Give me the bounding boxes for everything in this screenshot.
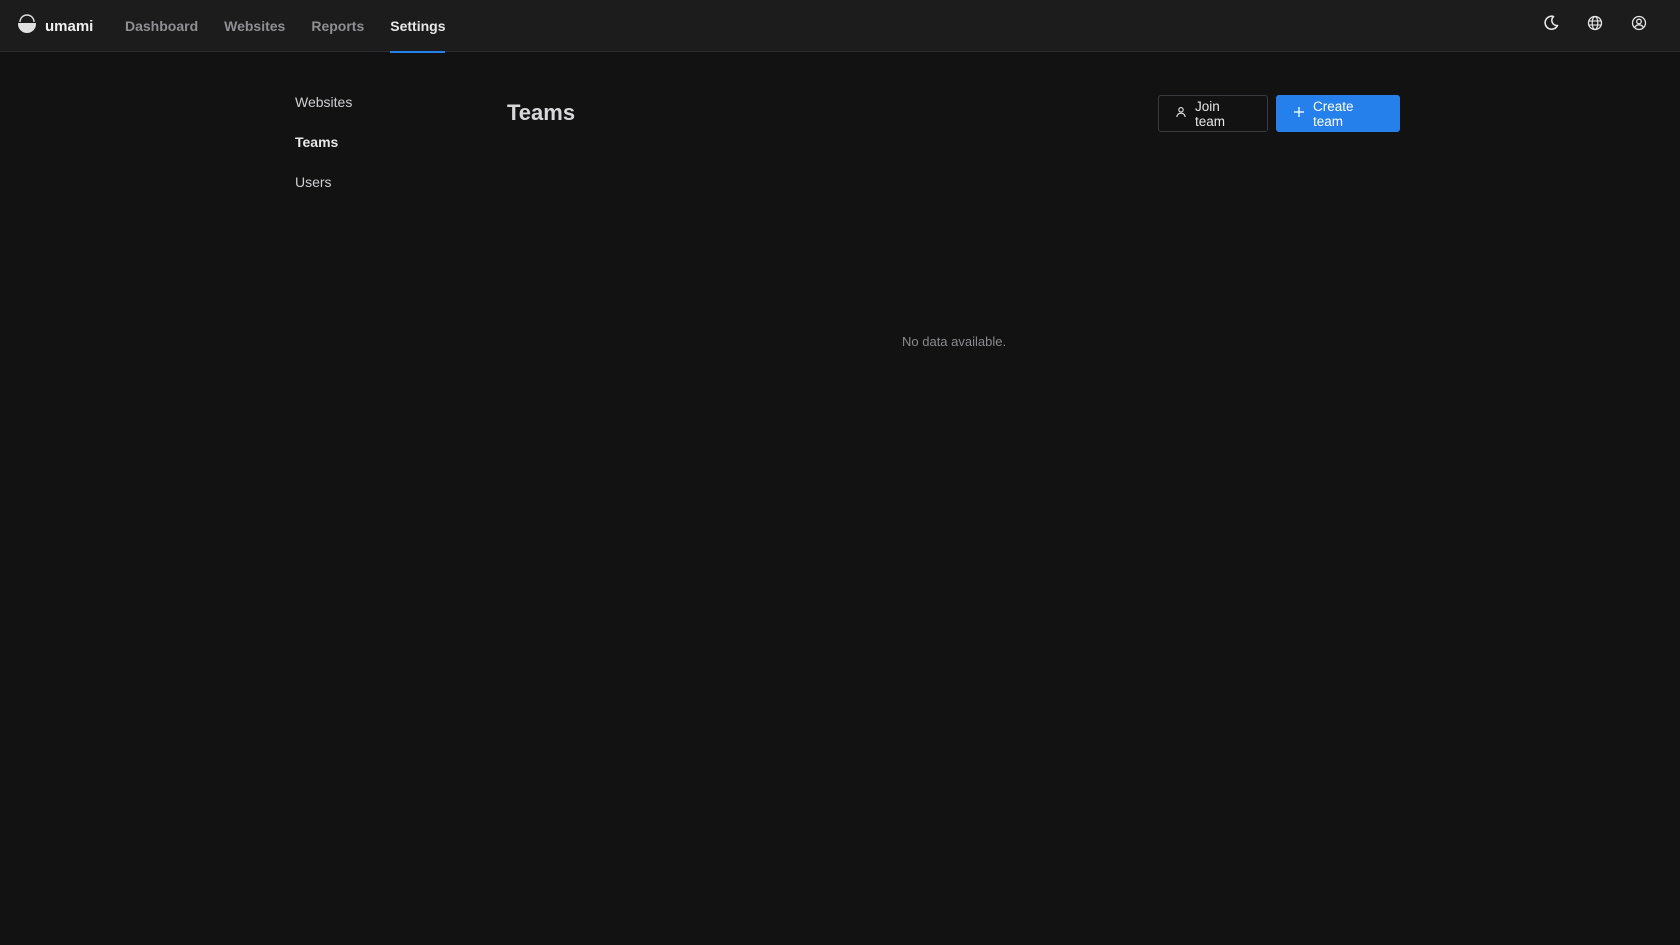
plus-icon <box>1293 106 1305 121</box>
language-button[interactable] <box>1584 14 1606 36</box>
theme-toggle-button[interactable] <box>1540 14 1562 36</box>
sidebar-item-users[interactable]: Users <box>295 172 455 192</box>
header-actions <box>1540 14 1650 36</box>
create-team-button[interactable]: Create team <box>1276 95 1400 132</box>
sidebar-item-websites[interactable]: Websites <box>295 92 455 112</box>
user-circle-icon <box>1631 15 1647 36</box>
sidebar-item-teams[interactable]: Teams <box>295 132 455 152</box>
brand-logo-link[interactable]: umami <box>17 13 94 39</box>
brand-title: umami <box>45 17 94 35</box>
join-team-label: Join team <box>1195 98 1226 129</box>
nav-dashboard[interactable]: Dashboard <box>125 0 198 52</box>
user-icon <box>1175 106 1187 121</box>
top-navbar: umami Dashboard Websites Reports Setting… <box>0 0 1680 53</box>
page-actions: Join team Create team <box>1158 95 1400 132</box>
nav-settings[interactable]: Settings <box>390 0 446 53</box>
join-team-button[interactable]: Join team <box>1158 95 1268 132</box>
settings-sidebar: Websites Teams Users <box>295 92 455 212</box>
umami-logo-icon <box>17 13 37 39</box>
profile-button[interactable] <box>1628 14 1650 36</box>
moon-icon <box>1543 14 1559 36</box>
page-title: Teams <box>507 100 576 125</box>
main-nav: Dashboard Websites Reports Settings <box>125 0 471 53</box>
nav-reports[interactable]: Reports <box>311 0 364 52</box>
empty-state-message: No data available. <box>902 334 1007 349</box>
create-team-label: Create team <box>1313 98 1354 129</box>
globe-icon <box>1587 15 1603 36</box>
nav-websites[interactable]: Websites <box>224 0 285 52</box>
